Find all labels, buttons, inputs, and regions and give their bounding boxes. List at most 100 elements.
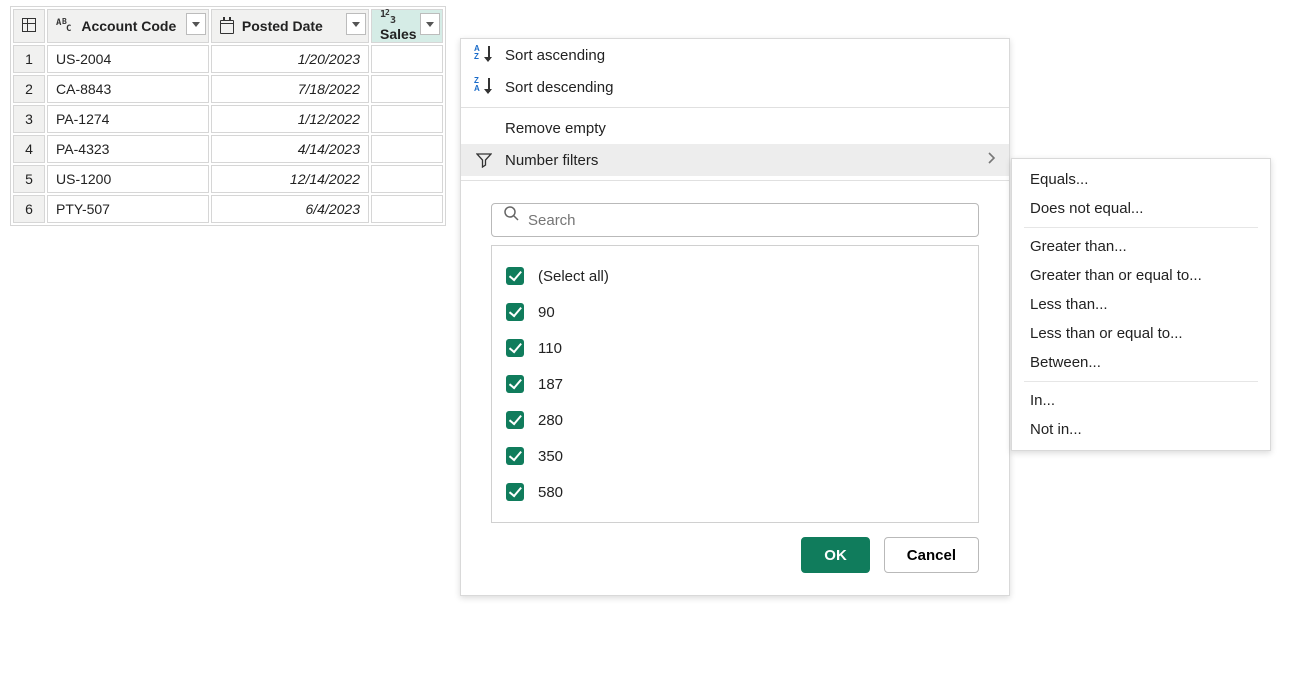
check-value[interactable]: 280	[506, 402, 964, 438]
cell-account: US-2004	[47, 45, 209, 73]
subitem-not-equal[interactable]: Does not equal...	[1012, 194, 1270, 223]
column-header-label: Posted Date	[242, 18, 323, 34]
checklist-label: 90	[538, 304, 555, 321]
check-value[interactable]: 110	[506, 330, 964, 366]
row-number: 3	[13, 105, 45, 133]
cell-sales	[371, 135, 443, 163]
menu-label: Number filters	[505, 152, 598, 169]
submenu-separator	[1024, 381, 1258, 382]
number-filter-submenu: Equals... Does not equal... Greater than…	[1011, 158, 1271, 451]
search-row	[461, 185, 1009, 245]
cell-date: 1/12/2022	[211, 105, 369, 133]
cell-sales	[371, 195, 443, 223]
subitem-less[interactable]: Less than...	[1012, 290, 1270, 319]
checklist-label: (Select all)	[538, 268, 609, 285]
table-icon	[22, 18, 36, 32]
chevron-right-icon	[987, 151, 997, 169]
sort-asc-icon: AZ	[471, 39, 497, 71]
cell-date: 6/4/2023	[211, 195, 369, 223]
subitem-greater-eq[interactable]: Greater than or equal to...	[1012, 261, 1270, 290]
checkbox-icon	[506, 339, 524, 357]
check-value[interactable]: 187	[506, 366, 964, 402]
caret-down-icon	[426, 22, 434, 27]
text-type-icon	[56, 20, 74, 34]
row-number: 6	[13, 195, 45, 223]
date-type-icon	[220, 20, 234, 34]
column-filter-menu: AZ Sort ascending ZA Sort descending Rem…	[460, 38, 1010, 596]
table-row[interactable]: 6PTY-5076/4/2023	[13, 195, 443, 223]
menu-label: Sort ascending	[505, 47, 605, 64]
checkbox-icon	[506, 411, 524, 429]
subitem-less-eq[interactable]: Less than or equal to...	[1012, 319, 1270, 348]
dropdown-button-sales[interactable]	[420, 13, 440, 35]
check-select-all[interactable]: (Select all)	[506, 258, 964, 294]
menu-label: Remove empty	[505, 120, 606, 137]
row-number: 1	[13, 45, 45, 73]
checkbox-icon	[506, 375, 524, 393]
cell-account: CA-8843	[47, 75, 209, 103]
table-row[interactable]: 4PA-43234/14/2023	[13, 135, 443, 163]
number-type-icon	[380, 12, 398, 26]
checkbox-icon	[506, 267, 524, 285]
menu-label: Sort descending	[505, 79, 613, 96]
caret-down-icon	[192, 22, 200, 27]
check-value[interactable]: 350	[506, 438, 964, 474]
checklist-label: 580	[538, 484, 563, 501]
cell-date: 12/14/2022	[211, 165, 369, 193]
filter-icon	[471, 144, 497, 176]
table-row[interactable]: 2CA-88437/18/2022	[13, 75, 443, 103]
column-header-label: Sales	[380, 26, 417, 42]
checklist-label: 110	[538, 340, 562, 357]
button-row: OK Cancel	[461, 537, 1009, 595]
cancel-button[interactable]: Cancel	[884, 537, 979, 573]
dropdown-button-account[interactable]	[186, 13, 206, 35]
cell-date: 4/14/2023	[211, 135, 369, 163]
checklist-label: 280	[538, 412, 563, 429]
menu-item-number-filters[interactable]: Number filters	[461, 144, 1009, 176]
cell-date: 7/18/2022	[211, 75, 369, 103]
cell-account: PTY-507	[47, 195, 209, 223]
table-row[interactable]: 5US-120012/14/2022	[13, 165, 443, 193]
row-number: 4	[13, 135, 45, 163]
menu-item-sort-asc[interactable]: AZ Sort ascending	[461, 39, 1009, 71]
cell-sales	[371, 75, 443, 103]
caret-down-icon	[352, 22, 360, 27]
column-header-account[interactable]: Account Code	[47, 9, 209, 43]
row-number: 2	[13, 75, 45, 103]
subitem-between[interactable]: Between...	[1012, 348, 1270, 377]
corner-cell[interactable]	[13, 9, 45, 43]
column-header-date[interactable]: Posted Date	[211, 9, 369, 43]
ok-button[interactable]: OK	[801, 537, 870, 573]
menu-separator	[461, 180, 1009, 181]
cell-date: 1/20/2023	[211, 45, 369, 73]
checklist-label: 187	[538, 376, 563, 393]
cell-sales	[371, 165, 443, 193]
row-number: 5	[13, 165, 45, 193]
checkbox-icon	[506, 303, 524, 321]
search-input[interactable]	[491, 203, 979, 237]
subitem-greater[interactable]: Greater than...	[1012, 232, 1270, 261]
subitem-not-in[interactable]: Not in...	[1012, 415, 1270, 444]
cell-account: PA-1274	[47, 105, 209, 133]
subitem-equals[interactable]: Equals...	[1012, 165, 1270, 194]
subitem-in[interactable]: In...	[1012, 386, 1270, 415]
menu-separator	[461, 107, 1009, 108]
menu-item-sort-desc[interactable]: ZA Sort descending	[461, 71, 1009, 103]
column-header-sales[interactable]: Sales	[371, 9, 443, 43]
submenu-separator	[1024, 227, 1258, 228]
checkbox-icon	[506, 447, 524, 465]
cell-account: US-1200	[47, 165, 209, 193]
menu-item-remove-empty[interactable]: Remove empty	[461, 112, 1009, 144]
table-row[interactable]: 3PA-12741/12/2022	[13, 105, 443, 133]
cell-sales	[371, 105, 443, 133]
check-value[interactable]: 90	[506, 294, 964, 330]
dropdown-button-date[interactable]	[346, 13, 366, 35]
check-value[interactable]: 580	[506, 474, 964, 510]
cell-account: PA-4323	[47, 135, 209, 163]
column-header-label: Account Code	[81, 18, 176, 34]
checkbox-icon	[506, 483, 524, 501]
table-row[interactable]: 1US-20041/20/2023	[13, 45, 443, 73]
cell-sales	[371, 45, 443, 73]
data-grid: Account Code Posted Date Sales 1US-20041…	[10, 6, 446, 226]
checklist-label: 350	[538, 448, 563, 465]
